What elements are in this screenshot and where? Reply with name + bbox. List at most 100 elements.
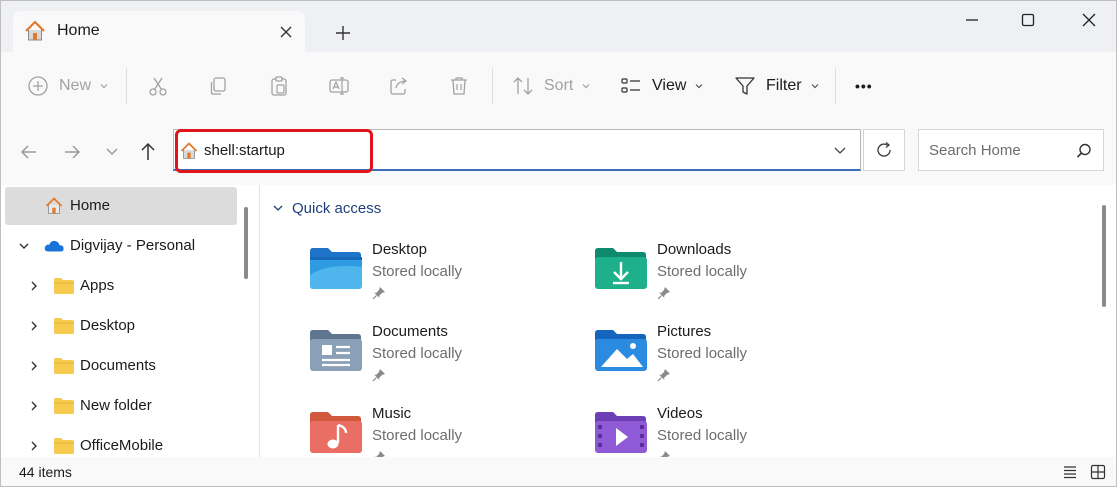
chevron-down-icon [582,83,590,88]
new-label: New [59,76,92,94]
home-icon [25,20,45,41]
chevron-down-icon [811,83,818,88]
plus-icon[interactable] [331,21,355,45]
downloads-folder-icon [595,248,647,289]
chevron-right-icon[interactable] [27,439,41,453]
tile-status: Stored locally [372,345,463,362]
view-button[interactable]: View [620,52,704,119]
refresh-icon [877,141,891,157]
recent-locations-chevron-icon[interactable] [99,139,125,165]
details-view-icon[interactable] [1062,464,1078,480]
tile-name: Documents [372,323,448,340]
chevron-down-icon[interactable] [832,142,848,158]
search-icon[interactable] [1075,142,1093,160]
folder-icon [54,398,74,414]
tile-status: Stored locally [657,345,748,362]
forward-arrow-icon[interactable] [59,139,85,165]
home-icon [180,142,198,159]
tab-title: Home [57,22,100,39]
quick-access-item-pictures[interactable]: Pictures Stored locally [545,319,805,389]
cut-button[interactable] [147,52,169,119]
documents-folder-icon [310,330,362,371]
quick-access-header[interactable]: Quick access [272,197,381,219]
sidebar-item-label: OfficeMobile [80,437,164,454]
status-bar: 44 items [1,457,1116,486]
toolbar-divider [492,68,493,104]
minimize-icon[interactable] [961,9,983,31]
refresh-button[interactable] [863,129,905,171]
pin-icon [657,287,670,300]
tile-name: Music [372,405,412,422]
desktop-folder-icon [310,248,362,289]
tab-home[interactable]: Home [13,11,305,53]
address-bar[interactable]: shell:startup [173,129,861,171]
home-icon [45,197,63,214]
sidebar-scrollbar[interactable] [244,207,248,279]
folder-icon [54,278,74,294]
pictures-folder-icon [595,330,647,371]
folder-icon [54,438,74,454]
sidebar-item-onedrive[interactable]: Digvijay - Personal [5,227,237,265]
content-scrollbar[interactable] [1102,205,1106,307]
tile-status: Stored locally [372,427,463,444]
chevron-down-icon[interactable] [17,239,31,253]
chevron-right-icon[interactable] [27,359,41,373]
close-window-icon[interactable] [1078,9,1100,31]
close-icon[interactable] [275,21,297,43]
tile-name: Downloads [657,241,732,258]
tile-name: Desktop [372,241,428,258]
new-button[interactable]: New [27,52,109,119]
content-pane: Quick access Desktop Stored locally Down… [260,185,1116,464]
tile-status: Stored locally [657,427,748,444]
delete-button[interactable] [448,52,470,119]
rename-button[interactable] [328,52,350,119]
copy-button[interactable] [207,52,229,119]
chevron-down-icon [695,83,703,88]
up-arrow-icon[interactable] [135,139,161,165]
sidebar-item-new-folder[interactable]: New folder [5,387,237,425]
onedrive-cloud-icon [44,240,64,252]
tile-name: Pictures [657,323,712,340]
address-path[interactable]: shell:startup [204,142,285,159]
file-explorer-window: Home New Sort View Filter ••• shell:star… [0,0,1117,487]
search-box[interactable]: Search Home [918,129,1104,171]
sidebar-item-home[interactable]: Home [5,187,237,225]
filter-button[interactable]: Filter [734,52,820,119]
sidebar-item-label: Home [70,197,111,214]
quick-access-item-documents[interactable]: Documents Stored locally [260,319,520,389]
folder-icon [54,318,74,334]
scissors-icon [149,77,167,96]
quick-access-item-downloads[interactable]: Downloads Stored locally [545,237,805,307]
chevron-right-icon[interactable] [27,319,41,333]
view-label: View [652,76,687,94]
pin-icon [372,287,385,300]
copy-icon [210,76,226,95]
sort-button[interactable]: Sort [512,52,591,119]
back-arrow-icon[interactable] [16,139,42,165]
navigation-pane: Home Digvijay - Personal Apps Desktop Do… [1,185,260,457]
command-bar: New Sort View Filter ••• [1,52,1116,120]
chevron-right-icon[interactable] [27,279,41,293]
sidebar-item-apps[interactable]: Apps [5,267,237,305]
sidebar-item-label: Apps [80,277,115,294]
tile-status: Stored locally [657,263,748,280]
chevron-right-icon[interactable] [27,399,41,413]
quick-access-item-desktop[interactable]: Desktop Stored locally [260,237,520,307]
paste-button[interactable] [268,52,290,119]
sort-icon [513,76,533,95]
maximize-icon[interactable] [1017,9,1039,31]
quick-access-title: Quick access [292,199,382,217]
more-options-button[interactable]: ••• [855,52,873,119]
tile-status: Stored locally [372,263,463,280]
share-icon [390,76,408,95]
sidebar-item-documents[interactable]: Documents [5,347,237,385]
share-button[interactable] [388,52,410,119]
sidebar-item-label: Desktop [80,317,136,334]
tiles-view-icon[interactable] [1090,464,1106,480]
sidebar-item-label: New folder [80,397,152,414]
sidebar-item-desktop[interactable]: Desktop [5,307,237,345]
videos-folder-icon [595,412,647,453]
chevron-down-icon [100,83,108,88]
item-count: 44 items [19,464,72,480]
toolbar-divider [126,68,127,104]
